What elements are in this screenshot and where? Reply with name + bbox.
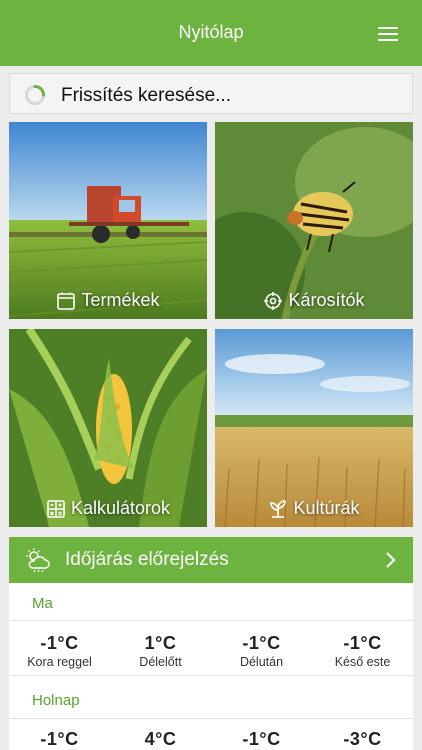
forecast-cell: 4°C xyxy=(110,729,211,750)
calculator-icon xyxy=(47,499,65,518)
tile-label-kalkulatorok: Kalkulátorok xyxy=(9,498,207,519)
tile-label-karositok: Károsítók xyxy=(215,290,413,311)
weather-forecast-button[interactable]: Időjárás előrejelzés xyxy=(9,537,413,583)
app-header: Nyitólap xyxy=(0,0,422,66)
forecast-cell: -1°C Kora reggel xyxy=(9,633,110,669)
forecast-temperature: -1°C xyxy=(242,729,281,749)
forecast-daypart: Késő este xyxy=(334,655,391,669)
forecast-temperature: -1°C xyxy=(40,729,79,749)
tile-kulturak[interactable]: Kultúrák xyxy=(215,329,413,527)
forecast-temperature: -1°C xyxy=(242,633,281,653)
tile-termekek[interactable]: Termékek xyxy=(9,122,207,319)
page-title: Nyitólap xyxy=(178,22,244,42)
forecast-cell: -1°C Délután xyxy=(211,633,312,669)
chevron-right-icon xyxy=(386,552,396,568)
weather-forecast-panel: Ma -1°C Kora reggel 1°C Délelőtt -1°C Dé… xyxy=(9,583,413,750)
day-label-today: Ma xyxy=(32,595,53,612)
forecast-daypart: Kora reggel xyxy=(27,655,92,669)
tile-label-termekek: Termékek xyxy=(9,290,207,311)
forecast-daypart: Délelőtt xyxy=(139,655,182,669)
forecast-cell: 1°C Délelőtt xyxy=(110,633,211,669)
forecast-temperature: -1°C xyxy=(343,633,382,653)
forecast-temperature: 4°C xyxy=(144,729,177,749)
forecast-temperature: -3°C xyxy=(343,729,382,749)
tile-karositok[interactable]: Károsítók xyxy=(215,122,413,319)
forecast-cell: -1°C xyxy=(9,729,110,750)
divider xyxy=(9,675,413,676)
tile-label-kulturak: Kultúrák xyxy=(215,498,413,519)
forecast-cell: -1°C Késő este xyxy=(312,633,413,669)
forecast-temperature: 1°C xyxy=(144,633,177,653)
forecast-cell: -3°C xyxy=(312,729,413,750)
weather-forecast-title: Időjárás előrejelzés xyxy=(65,549,229,570)
sprout-icon xyxy=(270,499,287,518)
forecast-cell: -1°C xyxy=(211,729,312,750)
loading-spinner-icon xyxy=(25,85,45,105)
forecast-temperature: -1°C xyxy=(40,633,79,653)
refresh-status-text: Frissítés keresése... xyxy=(61,85,231,106)
refresh-status-bar: Frissítés keresése... xyxy=(9,73,413,114)
hamburger-menu-icon[interactable] xyxy=(372,22,406,46)
crosshair-icon xyxy=(264,291,283,310)
divider xyxy=(9,620,413,621)
cloud-sun-icon xyxy=(26,548,50,573)
tile-kalkulatorok[interactable]: Kalkulátorok xyxy=(9,329,207,527)
divider xyxy=(9,718,413,719)
clipboard-icon xyxy=(57,292,76,310)
forecast-daypart: Délután xyxy=(239,655,284,669)
day-label-tomorrow: Holnap xyxy=(32,692,80,709)
